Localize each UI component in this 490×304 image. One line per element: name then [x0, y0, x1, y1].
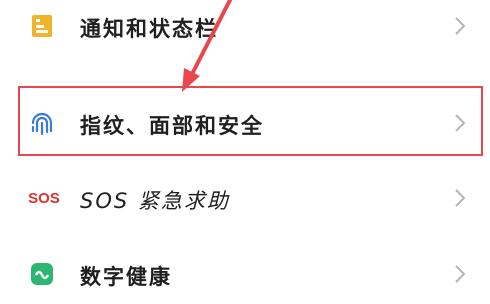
- settings-item-digital-wellbeing[interactable]: 数字健康: [0, 240, 490, 304]
- chevron-right-icon: [452, 188, 468, 208]
- chevron-right-icon: [452, 16, 468, 36]
- chevron-right-icon: [452, 264, 468, 284]
- sos-icon: SOS: [28, 189, 60, 207]
- settings-item-sos-emergency[interactable]: SOS SOS 紧急求助: [0, 167, 490, 231]
- highlight-annotation-box: [18, 86, 483, 156]
- pointer-arrow-icon: [182, 0, 232, 92]
- digital-wellbeing-icon: [28, 260, 56, 288]
- notification-status-icon: [28, 12, 56, 40]
- settings-item-label: SOS 紧急求助: [80, 189, 230, 213]
- settings-item-label: 数字健康: [80, 265, 172, 289]
